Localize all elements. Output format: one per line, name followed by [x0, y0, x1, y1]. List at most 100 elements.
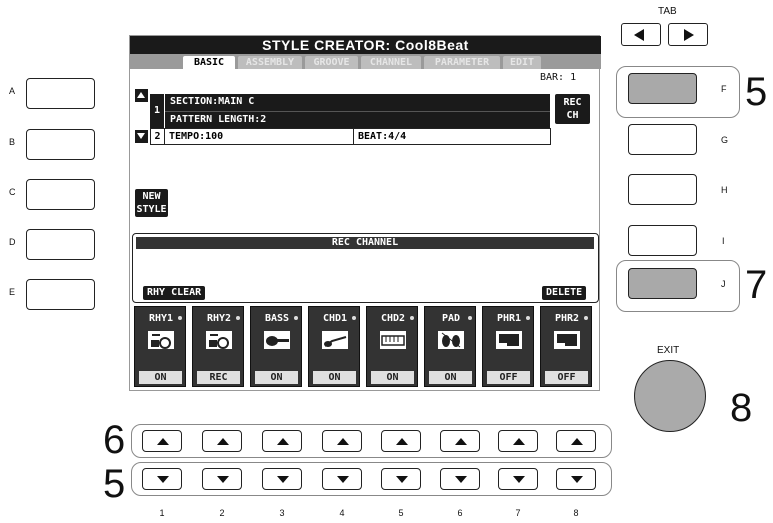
strings-icon — [438, 331, 464, 349]
button-number-1: 1 — [159, 508, 165, 518]
button-e-label: E — [9, 287, 16, 297]
button-j[interactable] — [628, 268, 697, 299]
button-number-5: 5 — [398, 508, 404, 518]
channel-status: OFF — [545, 371, 588, 384]
tab-right-button[interactable] — [668, 23, 708, 46]
up-button-1[interactable] — [142, 430, 182, 452]
drum-kit-icon — [148, 331, 174, 349]
scroll-down-icon[interactable] — [135, 130, 148, 143]
callout-upper-row-number: 6 — [103, 418, 126, 462]
arrow-up-icon — [217, 438, 229, 445]
button-f[interactable] — [628, 73, 697, 104]
down-button-4[interactable] — [322, 468, 362, 490]
arrow-left-icon — [634, 29, 644, 41]
up-button-8[interactable] — [556, 430, 596, 452]
new-style-button[interactable]: NEW STYLE — [135, 189, 168, 217]
button-h-label: H — [721, 185, 728, 195]
up-button-7[interactable] — [498, 430, 538, 452]
row-1-number: 1 — [150, 94, 164, 128]
channel-chd2[interactable]: CHD2 ON — [366, 306, 418, 387]
tab-left-button[interactable] — [621, 23, 661, 46]
up-button-4[interactable] — [322, 430, 362, 452]
channel-rhy2[interactable]: RHY2 REC — [192, 306, 244, 387]
new-style-line2: STYLE — [136, 204, 167, 215]
channel-chd1[interactable]: CHD1 ON — [308, 306, 360, 387]
arrow-down-icon — [455, 476, 467, 483]
beat-field[interactable]: BEAT:4/4 — [353, 128, 551, 145]
button-d[interactable] — [26, 229, 95, 260]
rec-ch-button[interactable]: REC CH — [555, 94, 590, 124]
button-i[interactable] — [628, 225, 697, 256]
button-number-3: 3 — [279, 508, 285, 518]
down-button-1[interactable] — [142, 468, 182, 490]
channel-bass[interactable]: BASS ON — [250, 306, 302, 387]
button-i-label: I — [722, 236, 725, 246]
arrow-down-icon — [157, 476, 169, 483]
down-button-5[interactable] — [381, 468, 421, 490]
channel-dot — [178, 316, 182, 320]
button-j-label: J — [721, 279, 726, 289]
tab-edit[interactable]: EDIT — [503, 56, 541, 69]
button-c[interactable] — [26, 179, 95, 210]
channel-phr2[interactable]: PHR2 OFF — [540, 306, 592, 387]
down-button-2[interactable] — [202, 468, 242, 490]
down-button-3[interactable] — [262, 468, 302, 490]
scroll-up-icon[interactable] — [135, 89, 148, 102]
down-button-7[interactable] — [498, 468, 538, 490]
arrow-up-icon — [277, 438, 289, 445]
lcd-screen: STYLE CREATOR: Cool8Beat BASIC ASSEMBLY … — [129, 35, 601, 391]
channel-status: REC — [197, 371, 240, 384]
arrow-down-icon — [396, 476, 408, 483]
tab-label: TAB — [658, 6, 677, 17]
tab-assembly[interactable]: ASSEMBLY — [238, 56, 302, 69]
tab-parameter[interactable]: PARAMETER — [424, 56, 500, 69]
button-h[interactable] — [628, 174, 697, 205]
pattern-length-field[interactable]: PATTERN LENGTH:2 — [165, 111, 550, 128]
up-button-6[interactable] — [440, 430, 480, 452]
callout-lower-row-number: 5 — [103, 462, 126, 506]
up-button-3[interactable] — [262, 430, 302, 452]
tab-groove[interactable]: GROOVE — [305, 56, 358, 69]
channel-dot — [410, 316, 414, 320]
button-e[interactable] — [26, 279, 95, 310]
channel-status: ON — [371, 371, 414, 384]
guitar-icon — [322, 331, 348, 349]
channel-rhy1[interactable]: RHY1 ON — [134, 306, 186, 387]
channel-dot — [294, 316, 298, 320]
tab-basic[interactable]: BASIC — [183, 56, 235, 69]
channel-phr1[interactable]: PHR1 OFF — [482, 306, 534, 387]
up-button-5[interactable] — [381, 430, 421, 452]
rec-channel-header: REC CHANNEL — [136, 237, 594, 249]
button-g-label: G — [721, 135, 729, 145]
down-button-8[interactable] — [556, 468, 596, 490]
tempo-field[interactable]: TEMPO:100 — [164, 128, 354, 145]
rhy-clear-button[interactable]: RHY CLEAR — [143, 286, 206, 300]
channel-status: ON — [139, 371, 182, 384]
channel-pad[interactable]: PAD ON — [424, 306, 476, 387]
arrow-down-icon — [513, 476, 525, 483]
tab-bar: BASIC ASSEMBLY GROOVE CHANNEL PARAMETER … — [130, 54, 601, 69]
brass-icon — [554, 331, 580, 349]
up-button-2[interactable] — [202, 430, 242, 452]
button-a-label: A — [9, 86, 16, 96]
channel-dot — [468, 316, 472, 320]
arrow-up-icon — [455, 438, 467, 445]
arrow-up-icon — [157, 438, 169, 445]
bar-indicator: BAR: 1 — [540, 72, 577, 83]
arrow-down-icon — [571, 476, 583, 483]
callout-exit-number: 8 — [730, 386, 753, 430]
channel-status: ON — [429, 371, 472, 384]
button-a[interactable] — [26, 78, 95, 109]
section-field[interactable]: SECTION:MAIN C — [165, 94, 550, 111]
delete-button[interactable]: DELETE — [542, 286, 587, 300]
button-g[interactable] — [628, 124, 697, 155]
down-button-6[interactable] — [440, 468, 480, 490]
button-b[interactable] — [26, 129, 95, 160]
callout-j-number: 7 — [745, 263, 768, 307]
button-number-2: 2 — [219, 508, 225, 518]
arrow-up-icon — [571, 438, 583, 445]
exit-button[interactable] — [634, 360, 706, 432]
arrow-down-icon — [277, 476, 289, 483]
arrow-up-icon — [337, 438, 349, 445]
tab-channel[interactable]: CHANNEL — [361, 56, 421, 69]
